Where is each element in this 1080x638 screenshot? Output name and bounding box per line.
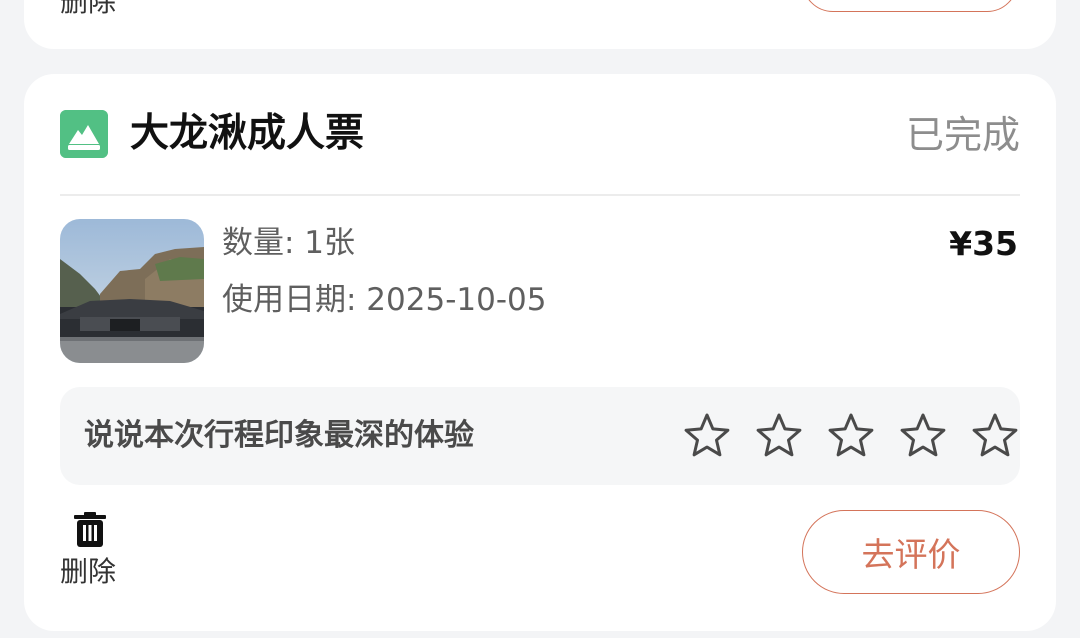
- order-card: 大龙湫成人票 已完成 数量: 1张 使用日期: 2025-10-05 ¥35 说…: [24, 74, 1056, 631]
- rating-star-3-icon[interactable]: [826, 411, 876, 461]
- divider: [60, 194, 1020, 196]
- usage-date: 使用日期: 2025-10-05: [222, 282, 547, 318]
- scenic-thumbnail[interactable]: [60, 219, 204, 363]
- previous-delete-label[interactable]: 删除: [60, 0, 116, 16]
- ticket-quantity: 数量: 1张: [222, 225, 356, 261]
- scenic-ticket-icon: [60, 110, 108, 158]
- rating-star-4-icon[interactable]: [898, 411, 948, 461]
- order-price: ¥35: [949, 224, 1018, 263]
- rating-star-1-icon[interactable]: [682, 411, 732, 461]
- rating-star-2-icon[interactable]: [754, 411, 804, 461]
- order-status: 已完成: [905, 113, 1020, 157]
- review-prompt-text: 说说本次行程印象最深的体验: [84, 418, 474, 453]
- trash-icon[interactable]: [74, 512, 106, 548]
- previous-action-button[interactable]: [802, 0, 1018, 12]
- ticket-title: 大龙湫成人票: [130, 111, 365, 156]
- write-review-button[interactable]: 去评价: [802, 510, 1020, 594]
- delete-label[interactable]: 删除: [60, 555, 116, 589]
- review-prompt-box[interactable]: 说说本次行程印象最深的体验: [60, 387, 1020, 485]
- previous-order-card: 删除: [24, 0, 1056, 49]
- rating-star-5-icon[interactable]: [970, 411, 1020, 461]
